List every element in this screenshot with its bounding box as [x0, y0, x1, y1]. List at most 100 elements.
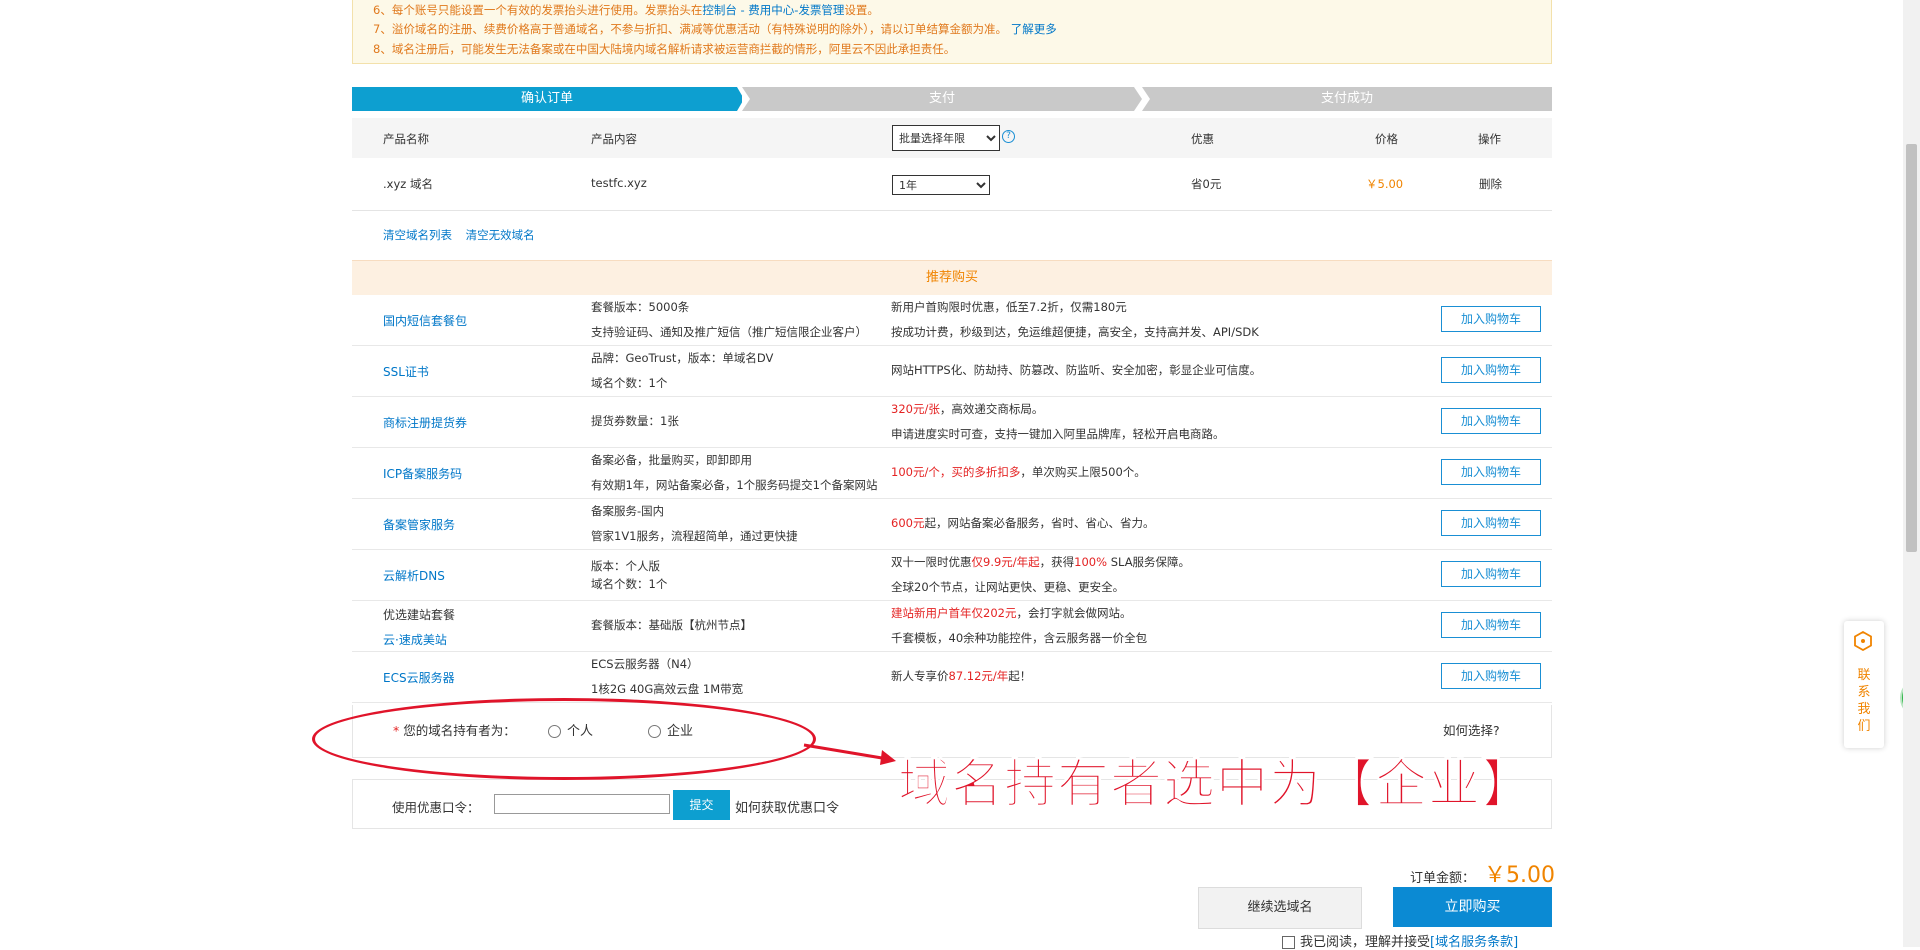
- annotation-arrow-head: [880, 750, 896, 765]
- content-line: ECS云服务器（N4）: [591, 657, 699, 671]
- recommend-row-dns: 云解析DNS 版本：个人版 域名个数：1个 双十一限时优惠仅9.9元/年起，获得1…: [352, 550, 1552, 601]
- agreement: 我已阅读，理解并接受[域名服务条款]: [1282, 931, 1518, 950]
- page-scrollbar[interactable]: [1903, 0, 1920, 947]
- delete-link[interactable]: 删除: [1479, 176, 1502, 192]
- recommend-row-icp: ICP备案服务码 备案必备，批量购买，即卸即用 有效期1年，网站备案必备，1个服务…: [352, 448, 1552, 499]
- add-to-cart-button[interactable]: 加入购物车: [1441, 408, 1541, 434]
- how-to-choose[interactable]: 如何选择?: [1443, 720, 1500, 739]
- order-row: .xyz 域名 testfc.xyz 1年 省0元 ￥5.00 删除: [352, 160, 1552, 211]
- recommend-row-ecs: ECS云服务器 ECS云服务器（N4） 1核2G 40G高效云盘 1M带宽 新人专…: [352, 652, 1552, 703]
- desc-text: ，获得: [1039, 555, 1075, 569]
- notice-line-6: 6、每个账号只能设置一个有效的发票抬头进行使用。发票抬头在控制台 - 费用中心-…: [373, 2, 879, 18]
- recommend-content: 备案服务-国内 管家1V1服务，流程超简单，通过更快捷: [591, 499, 891, 548]
- desc-text: 新人专享价: [891, 669, 949, 683]
- desc-line: 申请进度实时可查，支持一键加入阿里品牌库，轻松开启电商路。: [891, 426, 1225, 441]
- add-to-cart-button[interactable]: 加入购物车: [1441, 612, 1541, 638]
- years-select[interactable]: 1年: [892, 175, 990, 195]
- step-payment-success: 支付成功: [1142, 87, 1552, 111]
- desc-line: 建站新用户首年仅202元，会打字就会做网站。: [891, 601, 1147, 626]
- contact-hexagon-icon: [1854, 631, 1872, 651]
- recommend-name[interactable]: 云解析DNS: [383, 567, 445, 584]
- recommend-row-filing-service: 备案管家服务 备案服务-国内 管家1V1服务，流程超简单，通过更快捷 600元起，…: [352, 499, 1552, 550]
- domain-terms-link[interactable]: [域名服务条款]: [1430, 935, 1518, 950]
- order-table-header: 产品名称 产品内容 批量选择年限 ? 优惠 价格 操作: [352, 118, 1552, 158]
- notice-line-7: 7、溢价域名的注册、续费价格高于普通域名，不参与折扣、满减等优惠活动（有特殊说明…: [373, 21, 1057, 37]
- add-to-cart-button[interactable]: 加入购物车: [1441, 306, 1541, 332]
- annotation-ellipse: [312, 698, 816, 780]
- recommend-subname-link[interactable]: 云·速成美站: [383, 631, 447, 648]
- content-line: 套餐版本：5000条: [591, 300, 690, 314]
- recommend-row-sms: 国内短信套餐包 套餐版本：5000条 支持验证码、通知及推广短信（推广短信限企业客…: [352, 295, 1552, 346]
- notice-line-6-text: 6、每个账号只能设置一个有效的发票抬头进行使用。发票抬头在: [373, 3, 703, 17]
- annotation-arrow-line: [803, 743, 889, 761]
- clear-domain-list-link[interactable]: 清空域名列表: [383, 228, 452, 242]
- desc-highlight: 100%: [1074, 555, 1108, 569]
- recommend-desc: 100元/个，买的多折扣多，单次购买上限500个。: [891, 460, 1146, 485]
- order-steps: 确认订单 支付 支付成功: [352, 87, 1552, 111]
- row-discount: 省0元: [1191, 177, 1222, 191]
- desc-line: 双十一限时优惠仅9.9元/年起，获得100% SLA服务保障。: [891, 550, 1190, 575]
- content-line: 1核2G 40G高效云盘 1M带宽: [591, 681, 744, 696]
- recommend-content: 提货券数量：1张: [591, 414, 679, 428]
- row-product-name: .xyz 域名: [383, 177, 433, 191]
- desc-line: 新用户首购限时优惠，低至7.2折，仅需180元: [891, 300, 1127, 314]
- continue-select-domain-button[interactable]: 继续选域名: [1198, 887, 1362, 929]
- recommend-name[interactable]: 国内短信套餐包: [383, 312, 467, 329]
- coupon-input[interactable]: [494, 794, 670, 814]
- clear-invalid-domains-link[interactable]: 清空无效域名: [466, 228, 535, 242]
- header-product-content: 产品内容: [591, 132, 637, 146]
- desc-text: ，高效递交商标局。: [939, 402, 1044, 416]
- recommend-desc: 网站HTTPS化、防劫持、防篡改、防监听、安全加密，彰显企业可信度。: [891, 363, 1262, 377]
- learn-more-link[interactable]: 了解更多: [1011, 22, 1057, 36]
- recommend-desc: 建站新用户首年仅202元，会打字就会做网站。千套模板，40余种功能控件，含云服务…: [891, 601, 1147, 650]
- content-line: 有效期1年，网站备案必备，1个服务码提交1个备案网站: [591, 477, 878, 492]
- recommend-name[interactable]: ECS云服务器: [383, 669, 455, 686]
- add-to-cart-button[interactable]: 加入购物车: [1441, 663, 1541, 689]
- add-to-cart-button[interactable]: 加入购物车: [1441, 357, 1541, 383]
- recommend-content: 备案必备，批量购买，即卸即用 有效期1年，网站备案必备，1个服务码提交1个备案网站: [591, 448, 891, 497]
- recommend-name[interactable]: ICP备案服务码: [383, 465, 462, 482]
- header-action: 操作: [1478, 132, 1501, 146]
- content-line: 版本：个人版: [591, 559, 660, 573]
- step-payment: 支付: [742, 87, 1142, 111]
- header-price: 价格: [1375, 132, 1398, 146]
- desc-highlight: 87.12元/年: [948, 669, 1009, 683]
- invoice-management-link[interactable]: 控制台 - 费用中心-发票管理: [702, 3, 844, 17]
- add-to-cart-button[interactable]: 加入购物车: [1441, 561, 1541, 587]
- scrollbar-thumb[interactable]: [1906, 144, 1917, 552]
- add-to-cart-button[interactable]: 加入购物车: [1441, 459, 1541, 485]
- annotation-text: 域名持有者选中为【企业】: [897, 755, 1535, 816]
- content-line: 域名个数：1个: [591, 577, 668, 591]
- recommend-content: 版本：个人版 域名个数：1个: [591, 550, 891, 593]
- recommend-row-ssl: SSL证书 品牌：GeoTrust，版本：单域名DV 域名个数：1个 网站HTTP…: [352, 346, 1552, 397]
- desc-text: SLA服务保障。: [1107, 555, 1191, 569]
- desc-text: 起！: [1008, 669, 1032, 683]
- notice-box: 6、每个账号只能设置一个有效的发票抬头进行使用。发票抬头在控制台 - 费用中心-…: [352, 0, 1552, 64]
- recommend-content: 品牌：GeoTrust，版本：单域名DV 域名个数：1个: [591, 346, 891, 395]
- buy-now-button[interactable]: 立即购买: [1393, 887, 1552, 927]
- recommend-name[interactable]: SSL证书: [383, 363, 429, 380]
- desc-line: 千套模板，40余种功能控件，含云服务器一价全包: [891, 630, 1148, 645]
- how-to-get-coupon-link[interactable]: 如何获取优惠口令: [735, 797, 839, 816]
- coupon-label: 使用优惠口令：: [392, 800, 480, 815]
- recommend-content: ECS云服务器（N4） 1核2G 40G高效云盘 1M带宽: [591, 652, 891, 701]
- add-to-cart-button[interactable]: 加入购物车: [1441, 510, 1541, 536]
- desc-highlight: 建站新用户首年仅202元: [891, 606, 1017, 620]
- help-question-icon[interactable]: ?: [1002, 130, 1015, 143]
- recommend-desc: 320元/张，高效递交商标局。申请进度实时可查，支持一键加入阿里品牌库，轻松开启…: [891, 397, 1225, 446]
- recommend-row-website: 优选建站套餐 云·速成美站 套餐版本：基础版【杭州节点】 建站新用户首年仅202…: [352, 601, 1552, 652]
- content-line: 域名个数：1个: [591, 375, 668, 390]
- recommend-name[interactable]: 备案管家服务: [383, 516, 455, 533]
- contact-us-widget[interactable]: 联系我们: [1844, 621, 1884, 748]
- desc-line: 320元/张，高效递交商标局。: [891, 397, 1225, 422]
- recommend-content: 套餐版本：基础版【杭州节点】: [591, 618, 752, 632]
- row-price: ￥5.00: [1366, 177, 1404, 191]
- recommend-name[interactable]: 商标注册提货券: [383, 414, 467, 431]
- order-total-label: 订单金额：: [1410, 871, 1476, 886]
- notice-line-6-tail: 设置。: [844, 3, 879, 17]
- desc-line: 按成功计费，秒级到达，免运维超便捷，高安全，支持高并发、API/SDK: [891, 324, 1259, 339]
- recommend-desc: 新用户首购限时优惠，低至7.2折，仅需180元按成功计费，秒级到达，免运维超便捷…: [891, 295, 1259, 344]
- coupon-submit-button[interactable]: 提交: [673, 790, 730, 820]
- batch-years-select[interactable]: 批量选择年限: [892, 125, 1000, 151]
- agreement-checkbox[interactable]: [1282, 936, 1295, 949]
